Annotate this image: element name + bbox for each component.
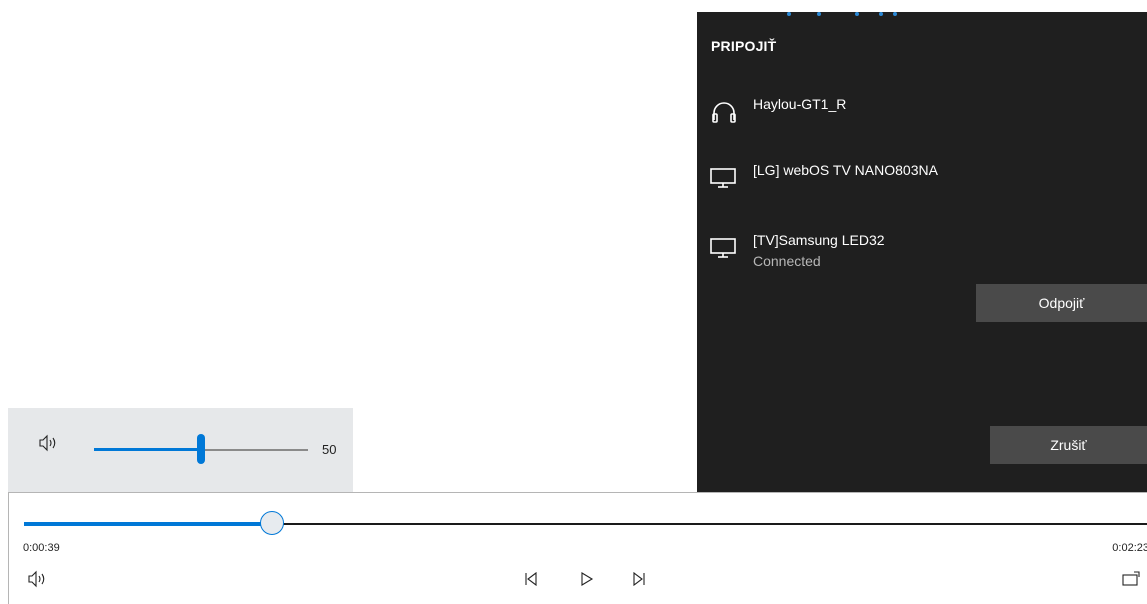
loading-dot [879, 12, 883, 16]
seek-track-fill [24, 522, 273, 526]
panel-title: PRIPOJIŤ [711, 38, 777, 54]
device-name: [TV]Samsung LED32 [753, 232, 885, 248]
loading-dot [817, 12, 821, 16]
device-item-samsung-tv[interactable]: [TV]Samsung LED32 Connected [709, 232, 1129, 280]
total-time: 0:02:23 [1112, 542, 1147, 554]
device-item-headphones[interactable]: Haylou-GT1_R [709, 96, 1129, 144]
media-player: 0:00:39 0:02:23 [8, 492, 1147, 604]
connect-panel: PRIPOJIŤ Haylou-GT1_R [LG] webOS TV NANO… [697, 12, 1147, 492]
previous-icon[interactable] [519, 567, 543, 591]
play-icon[interactable] [575, 567, 599, 591]
seek-slider-thumb[interactable] [260, 511, 285, 535]
disconnect-button[interactable]: Odpojiť [976, 284, 1147, 322]
volume-flyout: 50 [8, 408, 353, 493]
device-item-lg-tv[interactable]: [LG] webOS TV NANO803NA [709, 162, 1129, 210]
monitor-icon [709, 162, 739, 190]
speaker-icon[interactable] [26, 567, 50, 591]
loading-dot [787, 12, 791, 16]
device-name: [LG] webOS TV NANO803NA [753, 162, 938, 178]
monitor-icon [709, 232, 739, 260]
loading-dot [893, 12, 897, 16]
elapsed-time: 0:00:39 [23, 542, 60, 554]
volume-slider-thumb[interactable] [197, 434, 205, 464]
loading-dot [855, 12, 859, 16]
loading-dots [697, 12, 1147, 18]
volume-track-fill [94, 448, 201, 451]
device-name: Haylou-GT1_R [753, 96, 847, 112]
speaker-icon[interactable] [38, 434, 60, 452]
headphones-icon [709, 96, 739, 124]
cast-icon[interactable] [1119, 567, 1143, 591]
next-icon[interactable] [627, 567, 651, 591]
volume-value: 50 [322, 442, 337, 457]
cancel-button[interactable]: Zrušiť [990, 426, 1147, 464]
device-status: Connected [753, 253, 821, 269]
